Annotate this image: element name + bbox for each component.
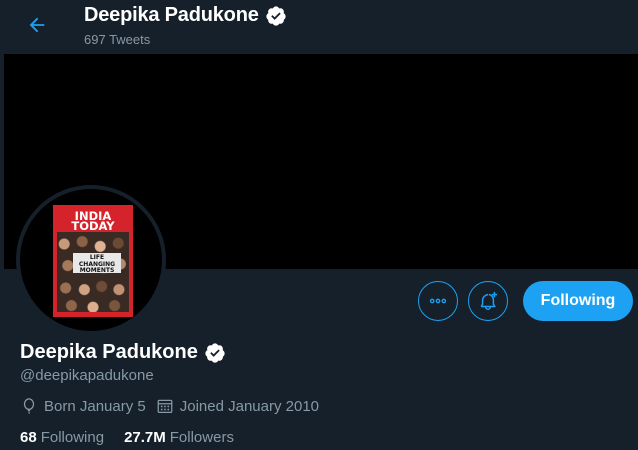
profile-stats: 68 Following 27.7M Followers: [20, 429, 254, 446]
more-icon: [429, 298, 447, 304]
back-arrow-icon: [29, 17, 45, 33]
profile-name: Deepika Padukone: [20, 341, 226, 364]
avatar[interactable]: INDIA TODAY LIFE CHANGING MOMENTS: [16, 185, 166, 335]
balloon-icon: [23, 398, 35, 415]
joined-text: Joined January 2010: [179, 397, 320, 415]
profile-name-text: Deepika Padukone: [20, 341, 198, 363]
header-name-text: Deepika Padukone: [84, 4, 259, 26]
joined-item: Joined January 2010: [156, 397, 319, 415]
tweet-count: 697 Tweets: [84, 32, 151, 47]
back-button[interactable]: [18, 8, 56, 42]
notifications-button[interactable]: [468, 281, 508, 321]
magazine-title-line2: TODAY: [71, 219, 115, 233]
profile-meta: Born January 5 Joined January 2010: [20, 397, 329, 415]
birthday-text: Born January 5: [44, 397, 146, 415]
magazine-title: INDIA TODAY: [57, 210, 129, 233]
followers-stat-link[interactable]: 27.7M Followers: [124, 429, 234, 446]
following-stat-link[interactable]: 68 Following: [20, 429, 104, 446]
header-title: Deepika Padukone: [84, 4, 287, 27]
verified-badge-icon: [205, 342, 225, 363]
following-label: Following: [40, 429, 105, 446]
bell-plus-icon: [480, 291, 498, 310]
following-count: 68: [20, 429, 37, 446]
followers-count: 27.7M: [124, 429, 166, 446]
birthday-item: Born January 5: [20, 397, 146, 415]
profile-page: Deepika Padukone 697 Tweets INDIA TODAY …: [0, 0, 638, 450]
magazine-cover: INDIA TODAY LIFE CHANGING MOMENTS: [53, 205, 133, 317]
magazine-band: LIFE CHANGING MOMENTS: [73, 253, 121, 274]
following-button[interactable]: Following: [523, 281, 633, 321]
profile-handle: @deepikapadukone: [20, 367, 154, 384]
calendar-icon: [157, 399, 173, 414]
more-button[interactable]: [418, 281, 458, 321]
top-header: Deepika Padukone 697 Tweets: [0, 0, 638, 53]
avatar-image: INDIA TODAY LIFE CHANGING MOMENTS: [20, 189, 162, 331]
verified-badge-icon: [266, 5, 286, 26]
followers-label: Followers: [169, 429, 234, 446]
